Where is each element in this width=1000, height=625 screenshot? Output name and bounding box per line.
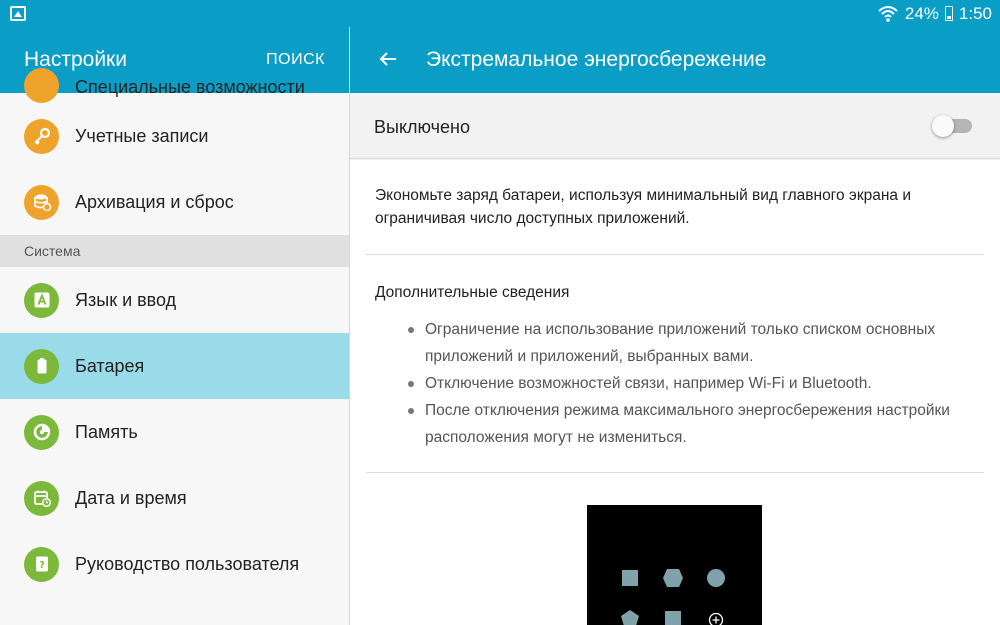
- accessibility-icon: [24, 68, 59, 103]
- backup-icon: [24, 184, 59, 220]
- mode-description: Экономьте заряд батареи, используя миним…: [375, 187, 911, 227]
- sidebar-item-label: Дата и время: [75, 487, 187, 508]
- key-icon: [24, 118, 59, 154]
- sidebar-item-accessibility[interactable]: Специальные возможности: [0, 68, 349, 103]
- sidebar-item-battery[interactable]: Батарея: [0, 333, 349, 399]
- list-item: Отключение возможностей связи, например …: [408, 370, 978, 397]
- svg-text:?: ?: [39, 560, 45, 571]
- clock: 1:50: [958, 3, 992, 23]
- switch-knob: [932, 115, 954, 137]
- master-switch-row[interactable]: Выключено: [350, 93, 1000, 159]
- settings-sidebar: Настройки ПОИСК Специальные возможности …: [0, 27, 349, 625]
- square-icon: [622, 570, 638, 586]
- status-bar: 24% 1:50: [0, 0, 1000, 27]
- status-right: 24% 1:50: [877, 0, 992, 27]
- battery-status-icon: [944, 6, 953, 21]
- calendar-clock-icon: [24, 480, 59, 516]
- user-manual-icon: ?: [24, 546, 59, 582]
- divider: [366, 472, 984, 473]
- sidebar-item-label: Учетные записи: [75, 125, 209, 146]
- search-button[interactable]: ПОИСК: [266, 51, 325, 69]
- divider: [366, 254, 984, 255]
- sidebar-item-label: Специальные возможности: [75, 77, 305, 97]
- more-info-title: Дополнительные сведения: [375, 284, 570, 301]
- circle-icon: [707, 569, 725, 587]
- list-item: Ограничение на использование приложений …: [408, 316, 978, 370]
- sidebar-item-backup-reset[interactable]: Архивация и сброс: [0, 169, 349, 235]
- back-arrow-icon[interactable]: [376, 47, 400, 71]
- ultra-power-saving-switch[interactable]: [932, 115, 972, 137]
- sidebar-list: Специальные возможности Учетные записи А…: [0, 68, 349, 597]
- sidebar-item-label: Архивация и сброс: [75, 191, 234, 212]
- pentagon-icon: [621, 610, 639, 625]
- sidebar-item-label: Память: [75, 421, 138, 442]
- sidebar-item-accounts[interactable]: Учетные записи: [0, 103, 349, 169]
- home-screen-preview: [587, 505, 762, 625]
- sidebar-item-language-input[interactable]: Язык и ввод: [0, 267, 349, 333]
- add-app-icon: [708, 612, 724, 625]
- list-item: После отключения режима максимального эн…: [408, 397, 978, 451]
- gallery-notification-icon: [10, 6, 26, 21]
- detail-header: Экстремальное энергосбережение: [350, 27, 1000, 93]
- hexagon-icon: [663, 569, 683, 587]
- battery-percent: 24%: [904, 3, 939, 23]
- section-header-system: Система: [0, 235, 349, 267]
- square-icon: [665, 611, 681, 625]
- sidebar-item-date-time[interactable]: Дата и время: [0, 465, 349, 531]
- detail-content: Экономьте заряд батареи, используя миним…: [350, 160, 1000, 625]
- switch-state-label: Выключено: [374, 117, 470, 137]
- memory-icon: [24, 414, 59, 450]
- sidebar-item-user-manual[interactable]: ? Руководство пользователя: [0, 531, 349, 597]
- battery-icon: [24, 348, 59, 384]
- sidebar-item-label: Руководство пользователя: [75, 553, 300, 574]
- more-info-list: Ограничение на использование приложений …: [408, 316, 978, 451]
- wifi-icon: [878, 5, 898, 22]
- sidebar-item-label: Язык и ввод: [75, 289, 177, 310]
- language-icon: [24, 282, 59, 318]
- page-title: Экстремальное энергосбережение: [426, 48, 767, 71]
- sidebar-item-label: Батарея: [75, 355, 145, 376]
- sidebar-item-memory[interactable]: Память: [0, 399, 349, 465]
